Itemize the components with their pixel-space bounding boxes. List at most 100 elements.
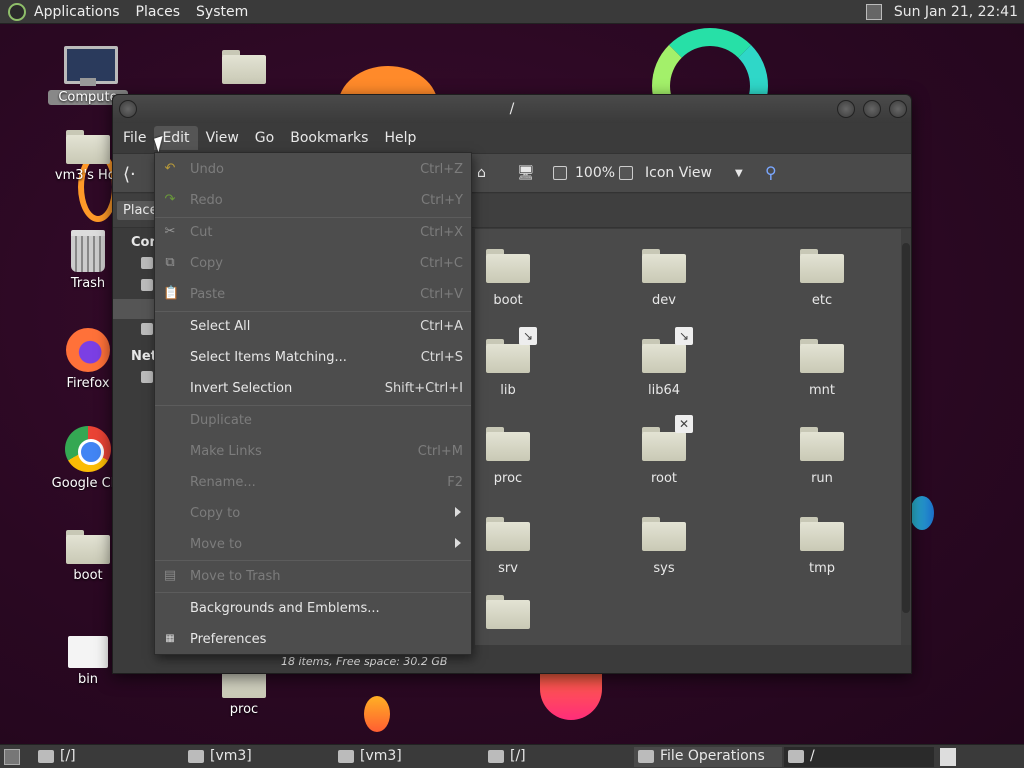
distro-logo-icon[interactable] xyxy=(8,2,26,21)
file-icon xyxy=(68,636,108,668)
file-item[interactable]: dev xyxy=(619,249,709,308)
home-icon[interactable] xyxy=(141,257,153,269)
network-icon[interactable] xyxy=(141,371,153,383)
tray-notes-icon[interactable] xyxy=(865,3,882,20)
file-item[interactable]: srv xyxy=(463,517,553,576)
submenu-arrow-icon xyxy=(455,538,461,548)
taskbar-task[interactable]: [/] xyxy=(34,747,182,767)
file-name: boot xyxy=(493,293,523,308)
file-name: srv xyxy=(498,561,518,576)
unreadable-emblem-icon: ✕ xyxy=(675,415,693,433)
menu-item-invert-selection[interactable]: Invert Selection Shift+Ctrl+I xyxy=(155,373,471,404)
copy-icon: ⧉ xyxy=(165,255,175,270)
file-item[interactable]: run xyxy=(777,427,867,486)
submenu-arrow-icon xyxy=(455,507,461,517)
menu-item-duplicate[interactable]: Duplicate xyxy=(155,405,471,436)
folder-icon xyxy=(800,517,844,551)
minimize-button[interactable] xyxy=(837,100,855,118)
menubar: File Edit View Go Bookmarks Help xyxy=(113,125,911,151)
menu-item-copy-to[interactable]: Copy to xyxy=(155,498,471,529)
desktop-icon-label: bin xyxy=(77,672,99,687)
desktop-icon-folder[interactable] xyxy=(204,50,284,84)
menu-item-make-links[interactable]: Make Links Ctrl+M xyxy=(155,436,471,467)
vertical-scrollbar[interactable] xyxy=(901,229,911,645)
taskbar-task[interactable]: [vm3] xyxy=(334,747,482,767)
window-titlebar[interactable]: / xyxy=(113,95,911,123)
view-mode-select[interactable]: Icon View xyxy=(645,165,712,181)
panel-clock[interactable]: Sun Jan 21, 22:41 xyxy=(886,4,1024,20)
menu-item-rename[interactable]: Rename... F2 xyxy=(155,467,471,498)
file-item[interactable]: etc xyxy=(777,249,867,308)
menu-item-backgrounds-emblems[interactable]: Backgrounds and Emblems... xyxy=(155,593,471,624)
redo-icon: ↷ xyxy=(164,192,176,207)
close-button[interactable] xyxy=(889,100,907,118)
file-item[interactable]: ✕ root xyxy=(619,415,709,486)
file-item[interactable]: mnt xyxy=(777,339,867,398)
chevron-down-icon[interactable]: ▼ xyxy=(735,168,743,179)
edit-menu-dropdown: ↶ Undo Ctrl+Z ↷ Redo Ctrl+Y ✂ Cut Ctrl+X… xyxy=(154,152,472,655)
taskbar-task-active[interactable]: / xyxy=(784,747,934,767)
zoom-out-icon[interactable] xyxy=(553,166,567,180)
taskbar-task-file-operations[interactable]: File Operations xyxy=(634,747,782,767)
chrome-icon xyxy=(65,426,111,472)
panel-menu-places[interactable]: Places xyxy=(128,4,189,20)
menu-item-preferences[interactable]: ▦ Preferences xyxy=(155,624,471,655)
file-item[interactable]: proc xyxy=(463,427,553,486)
file-item[interactable]: tmp xyxy=(777,517,867,576)
wallpaper-shape xyxy=(364,696,390,732)
file-name: lib xyxy=(500,383,516,398)
menu-file[interactable]: File xyxy=(115,126,154,150)
zoom-level: 100% xyxy=(575,165,616,181)
panel-menu-system[interactable]: System xyxy=(188,4,256,20)
menu-bookmarks[interactable]: Bookmarks xyxy=(282,126,376,150)
file-item[interactable]: sys xyxy=(619,517,709,576)
status-text: 18 items, Free space: 30.2 GB xyxy=(281,655,448,668)
menu-view[interactable]: View xyxy=(198,126,247,150)
menu-item-move-to[interactable]: Move to xyxy=(155,529,471,560)
workspace-switcher[interactable] xyxy=(940,748,956,766)
menu-item-redo[interactable]: ↷ Redo Ctrl+Y xyxy=(155,185,471,216)
file-item[interactable]: boot xyxy=(463,249,553,308)
taskbar-task[interactable]: [/] xyxy=(484,747,632,767)
undo-icon: ↶ xyxy=(164,161,176,176)
menu-item-undo[interactable]: ↶ Undo Ctrl+Z xyxy=(155,154,471,185)
folder-icon xyxy=(486,595,530,629)
trash-icon: ▤ xyxy=(163,568,177,583)
menu-item-copy[interactable]: ⧉ Copy Ctrl+C xyxy=(155,248,471,279)
scrollbar-thumb[interactable] xyxy=(902,243,910,613)
firefox-icon xyxy=(66,328,110,372)
file-item[interactable] xyxy=(463,595,553,639)
folder-icon xyxy=(800,427,844,461)
menu-go[interactable]: Go xyxy=(247,126,282,150)
home-folder-icon xyxy=(338,750,354,763)
desktop-icon-label: proc xyxy=(229,702,259,717)
trash-icon[interactable] xyxy=(141,323,153,335)
back-arrow-icon[interactable]: ⟨· xyxy=(123,164,136,185)
file-name: etc xyxy=(811,293,833,308)
menu-help[interactable]: Help xyxy=(376,126,424,150)
menu-item-paste[interactable]: 📋 Paste Ctrl+V xyxy=(155,279,471,310)
wallpaper-shape xyxy=(910,496,934,530)
home-icon[interactable]: ⌂ xyxy=(477,165,486,181)
zoom-in-icon[interactable] xyxy=(619,166,633,180)
search-icon[interactable]: ⚲ xyxy=(765,163,777,182)
menu-item-select-matching[interactable]: Select Items Matching... Ctrl+S xyxy=(155,342,471,373)
file-item[interactable]: ↘ lib64 xyxy=(619,327,709,398)
maximize-button[interactable] xyxy=(863,100,881,118)
menu-item-move-to-trash[interactable]: ▤ Move to Trash xyxy=(155,561,471,592)
top-panel: Applications Places System Sun Jan 21, 2… xyxy=(0,0,1024,24)
desktop-icon[interactable] xyxy=(141,279,153,291)
taskbar-task[interactable]: [vm3] xyxy=(184,747,332,767)
computer-icon[interactable]: 🖥 xyxy=(517,165,535,181)
menu-item-select-all[interactable]: Select All Ctrl+A xyxy=(155,311,471,342)
file-view: boot dev etc ↘ lib ↘ lib64 mnt proc ✕ ro… xyxy=(475,229,901,645)
menu-item-cut[interactable]: ✂ Cut Ctrl+X xyxy=(155,217,471,248)
panel-menu-applications[interactable]: Applications xyxy=(26,4,128,20)
window-title: / xyxy=(509,101,515,117)
file-name: run xyxy=(811,471,833,486)
symlink-emblem-icon: ↘ xyxy=(675,327,693,345)
file-item[interactable]: ↘ lib xyxy=(463,327,553,398)
show-desktop-icon[interactable] xyxy=(4,749,20,765)
folder-icon xyxy=(788,750,804,763)
trash-icon xyxy=(71,230,105,272)
